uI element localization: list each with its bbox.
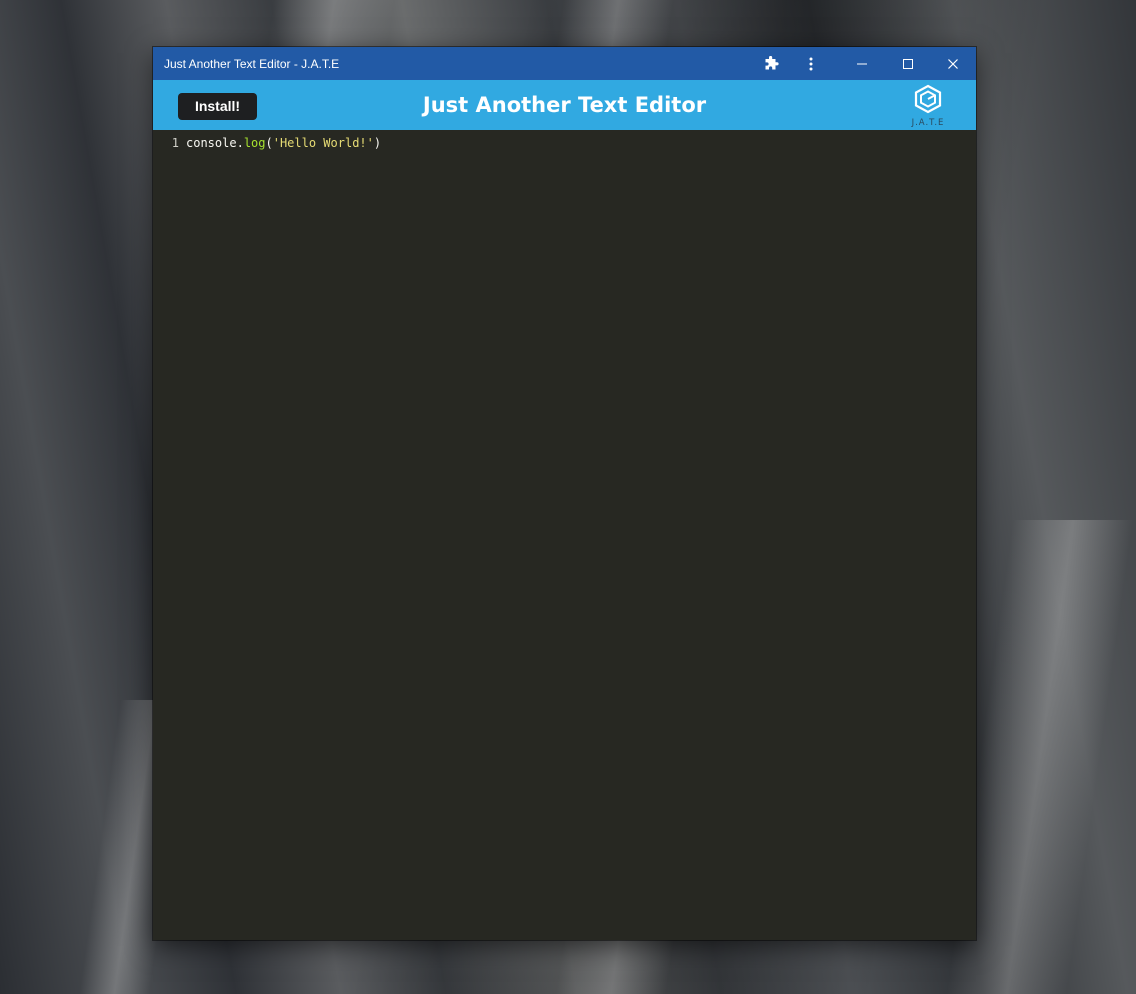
line-number: 1 bbox=[171, 136, 179, 150]
window-title: Just Another Text Editor - J.A.T.E bbox=[164, 56, 340, 71]
code-token-paren-close: ) bbox=[373, 136, 382, 150]
desktop-wallpaper-highlight bbox=[556, 940, 674, 994]
install-button[interactable]: Install! bbox=[178, 93, 257, 120]
app-window: Just Another Text Editor - J.A.T.E Insta… bbox=[153, 47, 976, 940]
code-token-object: console bbox=[186, 136, 237, 150]
cube-logo-icon bbox=[914, 84, 942, 114]
logo-text: J.A.T.E bbox=[911, 118, 945, 128]
window-titlebar[interactable]: Just Another Text Editor - J.A.T.E bbox=[153, 47, 976, 80]
jate-logo: J.A.T.E bbox=[906, 84, 950, 128]
puzzle-extension-icon[interactable] bbox=[757, 47, 785, 80]
code-editor[interactable]: 1 console . log ( 'Hello World!' ) bbox=[153, 130, 976, 940]
code-token-paren-open: ( bbox=[265, 136, 273, 150]
code-token-string: 'Hello World!' bbox=[272, 136, 374, 150]
maximize-icon[interactable] bbox=[885, 47, 931, 80]
desktop-wallpaper-highlight bbox=[556, 0, 674, 50]
app-title: Just Another Text Editor bbox=[422, 93, 707, 117]
minimize-icon[interactable] bbox=[839, 47, 885, 80]
code-token-method: log bbox=[243, 136, 266, 150]
more-vertical-icon[interactable] bbox=[799, 47, 823, 80]
close-icon[interactable] bbox=[930, 47, 976, 80]
code-line[interactable]: 1 console . log ( 'Hello World!' ) bbox=[153, 135, 381, 151]
code-token-dot: . bbox=[236, 136, 244, 150]
app-header: Install! Just Another Text Editor J.A.T.… bbox=[153, 80, 976, 130]
